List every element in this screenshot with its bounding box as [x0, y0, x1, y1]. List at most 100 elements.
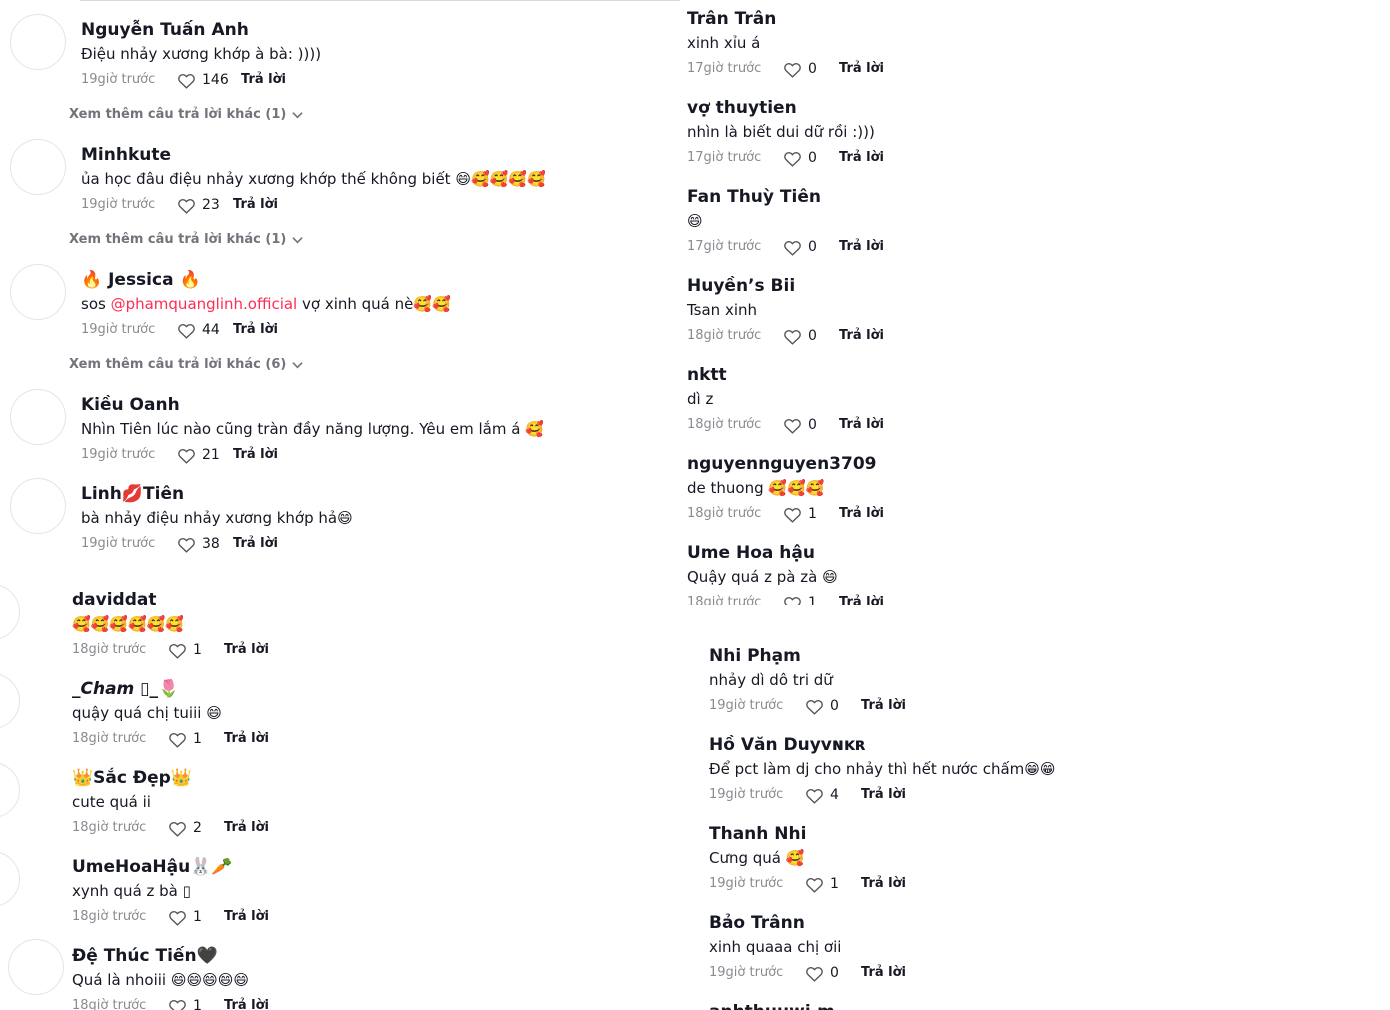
- reply-button[interactable]: Trả lời: [233, 194, 278, 216]
- view-more-replies[interactable]: Xem thêm câu trả lời khác (1): [69, 107, 303, 122]
- reply-button[interactable]: Trả lời: [839, 592, 884, 605]
- reply-button[interactable]: Trả lời: [224, 995, 269, 1010]
- comment-author[interactable]: Đệ Thúc Tiến🖤: [72, 945, 218, 967]
- reply-button[interactable]: Trả lời: [861, 784, 906, 806]
- comment-author[interactable]: Trân Trân: [687, 8, 776, 30]
- reply-button[interactable]: Trả lời: [233, 533, 278, 555]
- view-more-label: Xem thêm câu trả lời khác (1): [69, 232, 287, 247]
- like-button[interactable]: 38: [177, 533, 233, 555]
- like-button[interactable]: 0: [783, 236, 839, 258]
- avatar[interactable]: [10, 14, 66, 70]
- comment-time: 19giờ trước: [81, 72, 156, 87]
- like-button[interactable]: 1: [783, 503, 839, 525]
- reply-button[interactable]: Trả lời: [839, 503, 884, 525]
- reply-button[interactable]: Trả lời: [224, 728, 269, 750]
- like-count: 21: [202, 447, 220, 463]
- comment-author[interactable]: Hồ Văn Duyᴠɴᴋʀ: [709, 734, 866, 756]
- comment-author[interactable]: vợ thuytien: [687, 97, 797, 119]
- comment-text-part: sos: [81, 295, 111, 313]
- chevron-down-icon: [292, 111, 303, 118]
- comment-author[interactable]: UmeHoaHậu🐰🥕: [72, 856, 233, 878]
- reply-button[interactable]: Trả lời: [861, 695, 906, 717]
- reply-button[interactable]: Trả lời: [224, 639, 269, 661]
- comment-author[interactable]: Bảo Trânn: [709, 912, 805, 934]
- comment-meta: 18giờ trước 1 Trả lời: [72, 728, 269, 750]
- reply-button[interactable]: Trả lời: [839, 325, 884, 347]
- avatar[interactable]: [10, 478, 66, 534]
- view-more-replies[interactable]: Xem thêm câu trả lời khác (1): [69, 232, 303, 247]
- like-button[interactable]: 1: [168, 639, 224, 661]
- reply-button[interactable]: Trả lời: [224, 817, 269, 839]
- reply-button[interactable]: Trả lời: [224, 906, 269, 928]
- like-count: 2: [193, 820, 202, 836]
- like-button[interactable]: 2: [168, 817, 224, 839]
- comment-author[interactable]: Thanh Nhi: [709, 823, 806, 845]
- reply-button[interactable]: Trả lời: [233, 319, 278, 341]
- comment-text: dì z: [687, 390, 714, 408]
- avatar[interactable]: [0, 762, 20, 818]
- reply-button[interactable]: Trả lời: [839, 414, 884, 436]
- like-button[interactable]: 23: [177, 194, 233, 216]
- reply-button[interactable]: Trả lời: [861, 962, 906, 984]
- heart-icon: [806, 877, 823, 893]
- heart-icon: [784, 329, 801, 345]
- reply-button[interactable]: Trả lời: [839, 58, 884, 80]
- comment-time: 19giờ trước: [709, 876, 784, 891]
- like-button[interactable]: 4: [805, 784, 861, 806]
- comment-author[interactable]: Nhi Phạm: [709, 645, 801, 667]
- avatar[interactable]: [8, 939, 64, 995]
- avatar[interactable]: [10, 139, 66, 195]
- comment-meta: 18giờ trước 1 Trả lời: [72, 906, 269, 928]
- comment-author[interactable]: Ume Hoa hậu: [687, 542, 815, 564]
- comment-author[interactable]: Huyền’s Bii: [687, 275, 795, 297]
- comment-author[interactable]: 🔥 Jessica 🔥: [81, 269, 201, 291]
- comment-author[interactable]: anhthuuwi.m: [709, 1001, 835, 1010]
- comment-time: 18giờ trước: [687, 595, 762, 605]
- like-button[interactable]: 0: [783, 414, 839, 436]
- like-count: 146: [202, 72, 229, 88]
- like-button[interactable]: 146: [177, 69, 241, 91]
- like-count: 0: [808, 239, 817, 255]
- like-count: 1: [193, 909, 202, 925]
- avatar[interactable]: [0, 673, 20, 729]
- comment-author[interactable]: daviddat: [72, 589, 157, 611]
- comment-meta: 19giờ trước 4 Trả lời: [709, 784, 906, 806]
- like-button[interactable]: 1: [783, 592, 839, 605]
- like-button[interactable]: 0: [805, 695, 861, 717]
- comment-author[interactable]: nguyennguyen3709: [687, 453, 877, 475]
- comment-meta: 19giờ trước 1 Trả lời: [709, 873, 906, 895]
- comment-author[interactable]: Linh💋Tiên: [81, 483, 184, 505]
- avatar[interactable]: [10, 389, 66, 445]
- comment-author[interactable]: Minhkute: [81, 144, 171, 166]
- like-button[interactable]: 0: [783, 147, 839, 169]
- comment-author[interactable]: Nguyễn Tuấn Anh: [81, 19, 249, 41]
- like-count: 1: [830, 876, 839, 892]
- comment-author[interactable]: Fan Thuỳ Tiên: [687, 186, 821, 208]
- comment-author[interactable]: _𝘾𝙝𝙖𝙢 ▯_🌷: [72, 678, 179, 700]
- reply-button[interactable]: Trả lời: [861, 873, 906, 895]
- like-button[interactable]: 21: [177, 444, 233, 466]
- like-button[interactable]: 0: [783, 325, 839, 347]
- like-button[interactable]: 44: [177, 319, 233, 341]
- chevron-down-icon: [292, 236, 303, 243]
- like-button[interactable]: 0: [783, 58, 839, 80]
- comment-author[interactable]: Kiều Oanh: [81, 394, 180, 416]
- like-button[interactable]: 1: [168, 906, 224, 928]
- reply-button[interactable]: Trả lời: [241, 69, 286, 91]
- reply-button[interactable]: Trả lời: [233, 444, 278, 466]
- view-more-replies[interactable]: Xem thêm câu trả lời khác (6): [69, 357, 303, 372]
- mention-link[interactable]: @phamquanglinh.official: [111, 295, 298, 313]
- comment-text: Cưng quá 🥰: [709, 849, 805, 867]
- avatar[interactable]: [0, 585, 20, 640]
- reply-button[interactable]: Trả lời: [839, 236, 884, 258]
- avatar[interactable]: [0, 851, 20, 907]
- comment-author[interactable]: 👑Sắc Đẹp👑: [72, 767, 192, 789]
- like-button[interactable]: 0: [805, 962, 861, 984]
- comment-time: 19giờ trước: [81, 536, 156, 551]
- like-button[interactable]: 1: [805, 873, 861, 895]
- comment-author[interactable]: nktt: [687, 364, 727, 386]
- like-button[interactable]: 1: [168, 728, 224, 750]
- reply-button[interactable]: Trả lời: [839, 147, 884, 169]
- avatar[interactable]: [10, 264, 66, 320]
- like-button[interactable]: 1: [168, 995, 224, 1010]
